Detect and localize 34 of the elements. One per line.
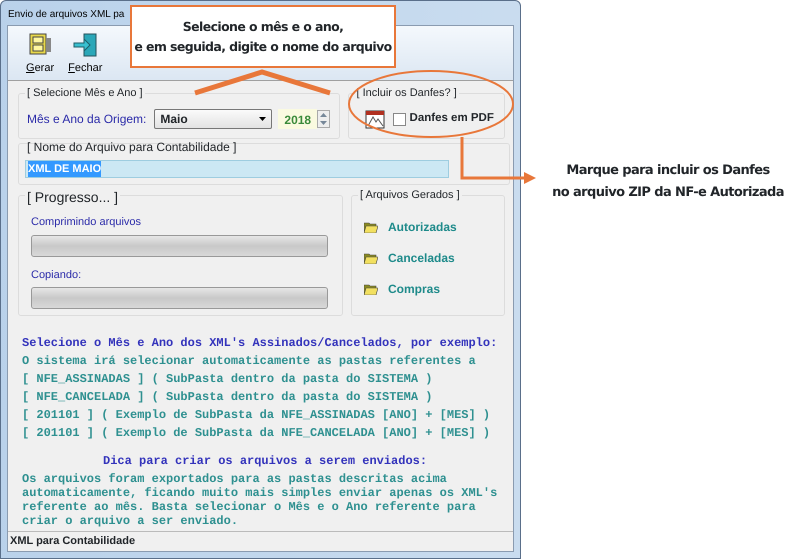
info-line: O sistema irá selecionar automaticamente as pastas referentes a <box>22 353 477 370</box>
pdf-checkbox[interactable]: Danfes em PDF <box>392 110 494 128</box>
status-bar: XML para Contabilidade <box>8 531 513 551</box>
folder-link[interactable]: Compras <box>388 280 440 298</box>
group-legend: [ Nome do Arquivo para Contabilidade ] <box>25 140 238 154</box>
group-legend: [ Progresso... ] <box>25 190 120 204</box>
progress-label: Copiando: <box>31 268 82 282</box>
folder-link[interactable]: Autorizadas <box>388 218 457 236</box>
toolbar-button[interactable]: Gerar <box>26 32 54 80</box>
month-dropdown[interactable]: Maio <box>154 109 272 129</box>
folder-icon <box>364 221 378 233</box>
info-line: [ 201101 ] ( Exemplo de SubPasta da NFE_ASSINADAS [ANO] + [MES] ) <box>22 407 492 424</box>
window-title: Envio de arquivos XML pa <box>8 9 124 20</box>
spinner-arrows-icon[interactable] <box>317 110 330 128</box>
caret-icon <box>259 117 266 121</box>
field-label: Mês e Ano da Origem: <box>27 111 146 128</box>
toolbar-button[interactable]: Fechar <box>68 32 102 80</box>
callout-text: Marque para incluir os Danfes no arquivo ZIP da NF-e Autorizada <box>551 162 785 202</box>
callout-text: Selecione o mês e o ano, e em seguida, digite o nome do arquivo <box>130 5 396 68</box>
info-heading: Dica para criar os arquivos a serem enviados: <box>102 453 428 470</box>
info-line: [ 201101 ] ( Exemplo de SubPasta da NFE_CANCELADA [ANO] + [MES] ) <box>22 425 492 442</box>
folder-icon <box>364 283 378 295</box>
filename-field[interactable]: XML DE MAIO <box>25 160 449 178</box>
info-line: [ NFE_ASSINADAS ] ( SubPasta dentro da pasta do SISTEMA ) <box>22 371 434 388</box>
door-exit-icon <box>72 32 98 58</box>
progress-label: Comprimindo arquivos <box>31 215 142 230</box>
folder-icon <box>364 252 378 264</box>
info-heading: Selecione o Mês e Ano dos XML's Assinados/Cancelados, por exemplo: <box>22 335 498 352</box>
info-paragraph: Os arquivos foram exportados para as pastas descritas acima automaticamente, ficando muito mais simples enviar apenas os XML's referente ao mês. Basta selecionar o Mês e o Ano referente para criar o arquivo a ser enviado. <box>22 472 498 528</box>
group-legend: [ Selecione Mês e Ano ] <box>25 86 145 100</box>
group-legend: [ Arquivos Gerados ] <box>358 188 462 202</box>
folder-link[interactable]: Canceladas <box>388 249 455 267</box>
pdf-document-icon <box>364 109 385 129</box>
info-line: [ NFE_CANCELADA ] ( SubPasta dentro da pasta do SISTEMA ) <box>22 389 434 406</box>
